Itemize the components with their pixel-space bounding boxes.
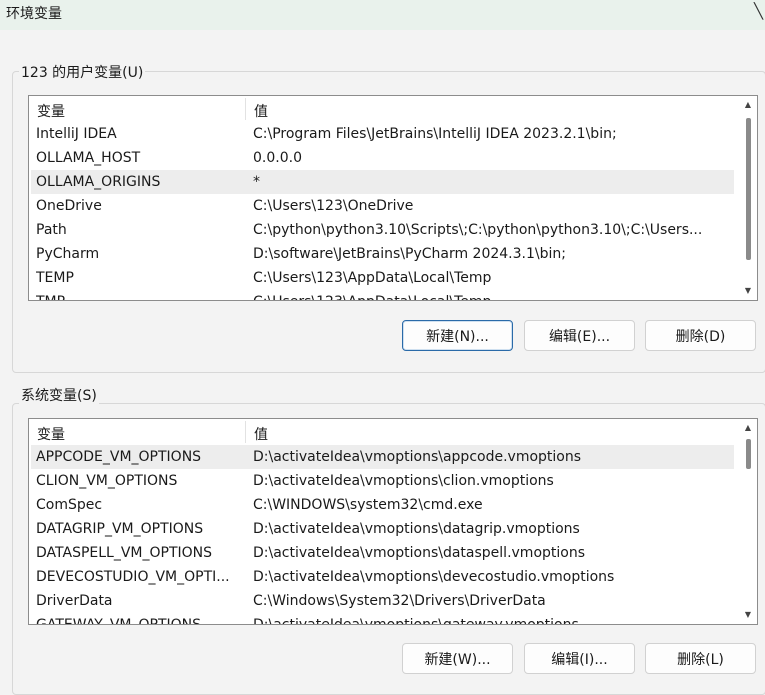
variable-name: DATASPELL_VM_OPTIONS — [36, 545, 213, 561]
column-header-value[interactable]: 值 — [254, 101, 268, 121]
table-row[interactable]: DEVECOSTUDIO_VM_OPTI... D:\activateIdea\v… — [31, 565, 734, 589]
variable-value: C:\Users\123\AppData\Local\Temp — [253, 290, 729, 300]
list-header: 变量 值 — [29, 96, 734, 122]
table-row[interactable]: Path C:\python\python3.10\Scripts\;C:\pyt… — [31, 218, 734, 242]
table-row[interactable]: GATEWAY_VM_OPTIONS D:\activateIdea\vmopti… — [31, 613, 734, 625]
close-icon[interactable]: ╲ — [754, 2, 763, 20]
scroll-down-icon[interactable]: ▼ — [743, 611, 753, 619]
system-variables-list[interactable]: 变量 值 APPCODE_VM_OPTIONS D:\activateIdea\v… — [28, 418, 758, 625]
variable-name: OneDrive — [36, 198, 102, 214]
variable-value: C:\python\python3.10\Scripts\;C:\python\… — [253, 222, 703, 238]
table-row[interactable]: OneDrive C:\Users\123\OneDrive — [31, 194, 734, 218]
system-new-button[interactable]: 新建(W)... — [402, 643, 513, 674]
variable-value: C:\WINDOWS\system32\cmd.exe — [253, 497, 483, 513]
column-header-value[interactable]: 值 — [254, 424, 268, 444]
variable-name: OLLAMA_ORIGINS — [36, 174, 161, 190]
scroll-down-icon[interactable]: ▼ — [743, 287, 753, 295]
table-row[interactable]: PyCharm D:\software\JetBrains\PyCharm 202… — [31, 242, 734, 266]
scroll-thumb[interactable] — [746, 118, 751, 260]
variable-value: D:\activateIdea\vmoptions\clion.vmoption… — [253, 473, 554, 489]
user-new-button[interactable]: 新建(N)... — [402, 320, 513, 351]
scroll-up-icon[interactable]: ▲ — [743, 424, 753, 432]
variable-value: 0.0.0.0 — [253, 150, 302, 166]
table-row[interactable]: ComSpec C:\WINDOWS\system32\cmd.exe — [31, 493, 734, 517]
variable-name: IntelliJ IDEA — [36, 126, 117, 142]
variable-value: C:\Users\123\OneDrive — [253, 198, 414, 214]
table-row[interactable]: DATASPELL_VM_OPTIONS D:\activateIdea\vmop… — [31, 541, 734, 565]
variable-name: TMP — [36, 290, 244, 300]
table-row[interactable]: DATAGRIP_VM_OPTIONS D:\activateIdea\vmopt… — [31, 517, 734, 541]
column-divider[interactable] — [245, 98, 246, 120]
column-header-name[interactable]: 变量 — [37, 424, 65, 444]
variable-value: * — [253, 174, 260, 190]
scroll-up-icon[interactable]: ▲ — [743, 101, 753, 109]
table-row[interactable]: TEMP C:\Users\123\AppData\Local\Temp — [31, 266, 734, 290]
variable-name: DATAGRIP_VM_OPTIONS — [36, 521, 204, 537]
table-row[interactable]: APPCODE_VM_OPTIONS D:\activateIdea\vmopti… — [31, 445, 734, 469]
user-variables-list[interactable]: 变量 值 IntelliJ IDEA C:\Program Files\JetBr… — [28, 95, 758, 301]
column-divider[interactable] — [245, 421, 246, 443]
window-title: 环境变量 — [6, 6, 62, 22]
table-row[interactable]: OLLAMA_ORIGINS * — [31, 170, 734, 194]
variable-name: GATEWAY_VM_OPTIONS — [36, 617, 202, 625]
variable-value: D:\activateIdea\vmoptions\appcode.vmopti… — [253, 449, 582, 465]
system-list-scrollbar[interactable]: ▲ ▼ — [739, 419, 757, 624]
variable-name: Path — [36, 222, 67, 238]
variable-name: APPCODE_VM_OPTIONS — [36, 449, 202, 465]
variable-value: D:\software\JetBrains\PyCharm 2024.3.1\b… — [253, 246, 566, 262]
system-delete-button[interactable]: 删除(L) — [645, 643, 756, 674]
system-edit-button[interactable]: 编辑(I)... — [524, 643, 635, 674]
table-row[interactable]: DriverData C:\Windows\System32\Drivers\Dr… — [31, 589, 734, 613]
user-delete-button[interactable]: 删除(D) — [645, 320, 756, 351]
variable-value: D:\activateIdea\vmoptions\devecostudio.v… — [253, 569, 615, 585]
title-bar: 环境变量 ╲ — [0, 0, 765, 30]
list-header: 变量 值 — [29, 419, 734, 445]
variable-name: CLION_VM_OPTIONS — [36, 473, 178, 489]
scroll-thumb[interactable] — [746, 439, 751, 469]
user-edit-button[interactable]: 编辑(E)... — [524, 320, 635, 351]
table-row[interactable]: OLLAMA_HOST 0.0.0.0 — [31, 146, 734, 170]
user-variables-label: 123 的用户变量(U) — [19, 62, 146, 82]
variable-value: C:\Program Files\JetBrains\IntelliJ IDEA… — [253, 126, 617, 142]
variable-name: DEVECOSTUDIO_VM_OPTI... — [36, 569, 230, 585]
variable-value: C:\Windows\System32\Drivers\DriverData — [253, 593, 546, 609]
variable-name: DriverData — [36, 593, 113, 609]
variable-name: ComSpec — [36, 497, 103, 513]
variable-value: C:\Users\123\AppData\Local\Temp — [253, 270, 492, 286]
variable-name: TEMP — [36, 270, 74, 286]
variable-name: OLLAMA_HOST — [36, 150, 141, 166]
variable-value: D:\activateIdea\vmoptions\dataspell.vmop… — [253, 545, 586, 561]
table-row[interactable]: TMP C:\Users\123\AppData\Local\Temp — [31, 290, 734, 300]
variable-value: D:\activateIdea\vmoptions\gateway.vmopti… — [253, 617, 579, 625]
system-variables-label: 系统变量(S) — [19, 385, 99, 405]
user-list-scrollbar[interactable]: ▲ ▼ — [739, 96, 757, 300]
variable-name: PyCharm — [36, 246, 100, 262]
table-row[interactable]: IntelliJ IDEA C:\Program Files\JetBrains\… — [31, 122, 734, 146]
table-row[interactable]: CLION_VM_OPTIONS D:\activateIdea\vmoption… — [31, 469, 734, 493]
variable-value: D:\activateIdea\vmoptions\datagrip.vmopt… — [253, 521, 580, 537]
column-header-name[interactable]: 变量 — [37, 101, 65, 121]
